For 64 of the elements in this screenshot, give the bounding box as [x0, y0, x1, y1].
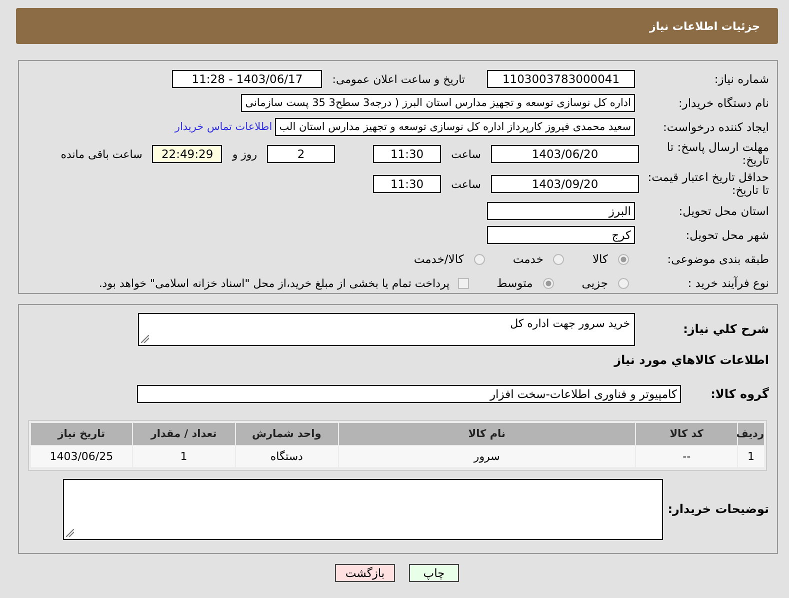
time-label: ساعت: [451, 178, 481, 190]
table-cell: 1: [132, 446, 235, 467]
buyer-field: اداره کل نوسازی توسعه و تجهیز مدارس استان البرز ( درجه3 سطح3 35 پست سازمانی: [241, 94, 635, 112]
field-label: مهلت ارسال پاسخ: تا تاریخ:: [666, 141, 770, 167]
column-header: تاریخ نیاز: [30, 423, 132, 445]
time-field: 11:30: [373, 145, 442, 163]
radio-button[interactable]: [553, 254, 564, 264]
remaining-label: ساعت باقی مانده: [60, 148, 142, 160]
radio-button[interactable]: [618, 278, 629, 288]
radio-label: متوسط: [496, 276, 533, 290]
table-cell: --: [636, 446, 738, 467]
radio-label: خدمت: [512, 252, 544, 266]
city-field: کرج: [487, 226, 635, 244]
radio-label: کالا: [592, 252, 608, 266]
table-cell: دستگاه: [236, 446, 338, 467]
column-header: نام کالا: [338, 423, 636, 445]
date-field: 1403/06/20: [491, 145, 639, 163]
column-header: ردیف: [738, 423, 764, 445]
field-label: شهر محل تحویل:: [684, 228, 770, 242]
checkbox-label: پرداخت تمام یا بخشی از مبلغ خرید،از محل "اسناد خزانه اسلامی" خواهد بود.: [98, 276, 450, 290]
field-label: شماره نیاز:: [713, 72, 770, 86]
section-heading: اطلاعات کالاهاي مورد نياز: [614, 353, 770, 367]
table-cell: سرور: [338, 446, 636, 467]
summary-textarea[interactable]: خرید سرور جهت اداره کل: [138, 313, 635, 346]
notes-textarea[interactable]: [63, 479, 663, 540]
goods-group-field: کامپیوتر و فناوری اطلاعات-سخت افزار: [137, 385, 681, 403]
page-title: جزئیات اطلاعات نیاز: [650, 20, 760, 32]
radio-label: کالا/خدمت: [414, 252, 464, 266]
days-field: 2: [267, 145, 336, 163]
field-label: توضیحات خریدار:: [669, 503, 770, 516]
field-label: تاریخ و ساعت اعلان عمومی:: [332, 72, 465, 86]
table-cell: 1: [738, 446, 764, 467]
announce-date-field: 1403/06/17 - 11:28: [172, 70, 322, 88]
time-field: 11:30: [373, 175, 442, 193]
remaining-time-field: 22:49:29: [152, 145, 222, 163]
summary-text: خرید سرور جهت اداره کل: [510, 317, 630, 330]
field-label: طبقه بندی موضوعی:: [666, 252, 770, 266]
time-label: ساعت: [451, 148, 481, 160]
column-header: کد کالا: [636, 423, 737, 445]
days-label: روز و: [232, 148, 258, 160]
field-label: نام دستگاه خریدار:: [677, 96, 770, 110]
column-header: واحد شمارش: [236, 423, 338, 445]
radio-button[interactable]: [542, 278, 554, 288]
field-label: ایجاد کننده درخواست:: [662, 120, 770, 134]
checkbox[interactable]: [458, 278, 469, 288]
resize-grip-icon: [66, 529, 74, 537]
field-label: نوع فرآیند خرید :: [686, 276, 770, 290]
resize-grip-icon: [141, 335, 149, 343]
field-label: شرح کلي نياز:: [682, 321, 770, 336]
field-label: استان محل تحویل:: [678, 204, 770, 218]
column-header: تعداد / مقدار: [132, 423, 235, 445]
requester-field: سعید محمدی فیروز کارپرداز اداره کل نوسازی توسعه و تجهیز مدارس استان الب: [275, 118, 635, 136]
buyer-contact-link[interactable]: اطلاعات تماس خریدار: [174, 121, 272, 133]
province-field: البرز: [487, 202, 635, 220]
field-label: گروه کالا:: [710, 388, 770, 400]
need-number-field: 1103003783000041: [487, 70, 635, 88]
radio-button[interactable]: [474, 254, 485, 264]
back-button[interactable]: بازگشت: [335, 564, 395, 582]
radio-label: جزیی: [582, 276, 608, 290]
date-field: 1403/09/20: [491, 175, 639, 193]
print-button[interactable]: چاپ: [409, 564, 459, 582]
table-cell: 1403/06/25: [31, 446, 132, 467]
radio-button[interactable]: [618, 254, 629, 264]
field-label: حداقل تاریخ اعتبار قیمت: تا تاریخ:: [646, 171, 770, 197]
